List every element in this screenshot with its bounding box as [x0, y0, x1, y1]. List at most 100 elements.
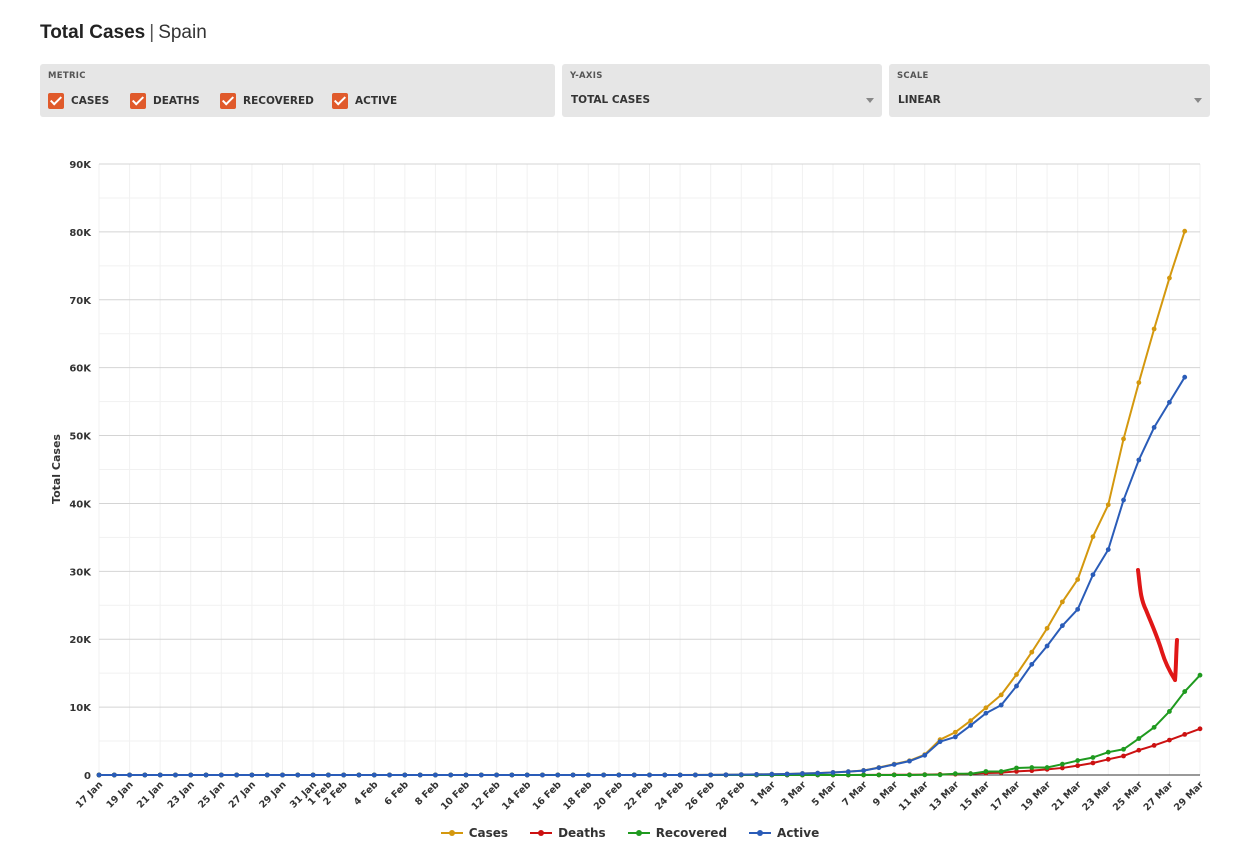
data-point-recovered[interactable] — [1151, 724, 1157, 730]
data-point-active[interactable] — [769, 771, 775, 777]
data-point-active[interactable] — [1059, 623, 1065, 629]
data-point-active[interactable] — [417, 772, 423, 778]
data-point-recovered[interactable] — [876, 772, 882, 778]
data-point-deaths[interactable] — [1105, 756, 1111, 762]
data-point-active[interactable] — [463, 772, 469, 778]
data-point-active[interactable] — [249, 772, 255, 778]
metric-deaths-checkbox[interactable]: DEATHS — [130, 92, 200, 110]
data-point-recovered[interactable] — [1182, 689, 1188, 694]
data-point-active[interactable] — [677, 772, 683, 778]
data-point-active[interactable] — [402, 772, 408, 778]
data-point-active[interactable] — [111, 772, 117, 778]
data-point-active[interactable] — [1136, 457, 1142, 463]
data-point-cases[interactable] — [1059, 599, 1065, 605]
data-point-recovered[interactable] — [1167, 709, 1172, 714]
data-point-cases[interactable] — [1075, 577, 1081, 582]
data-point-active[interactable] — [601, 772, 607, 778]
data-point-deaths[interactable] — [1090, 760, 1096, 766]
data-point-recovered[interactable] — [1197, 672, 1203, 678]
data-point-active[interactable] — [647, 772, 652, 778]
data-point-deaths[interactable] — [1197, 726, 1203, 732]
data-point-recovered[interactable] — [922, 772, 928, 778]
data-point-cases[interactable] — [1151, 326, 1157, 332]
data-point-cases[interactable] — [968, 718, 974, 724]
metric-recovered-checkbox[interactable]: RECOVERED — [220, 92, 314, 110]
data-point-deaths[interactable] — [1182, 732, 1188, 737]
data-point-active[interactable] — [952, 734, 958, 740]
data-point-active[interactable] — [891, 762, 897, 767]
data-point-active[interactable] — [310, 772, 316, 778]
data-point-active[interactable] — [540, 772, 545, 778]
data-point-active[interactable] — [723, 772, 729, 778]
data-point-active[interactable] — [371, 772, 377, 778]
data-point-active[interactable] — [509, 772, 515, 778]
scale-select[interactable]: SCALE LINEAR — [889, 64, 1210, 117]
data-point-active[interactable] — [585, 772, 591, 778]
data-point-active[interactable] — [234, 772, 240, 778]
data-point-active[interactable] — [1090, 572, 1096, 578]
data-point-active[interactable] — [96, 772, 102, 778]
data-point-active[interactable] — [861, 768, 866, 773]
data-point-cases[interactable] — [1121, 436, 1126, 442]
data-point-active[interactable] — [1167, 399, 1172, 405]
data-point-active[interactable] — [738, 772, 744, 778]
data-point-cases[interactable] — [1182, 228, 1188, 234]
legend-item-cases[interactable]: Cases — [440, 826, 508, 840]
data-point-active[interactable] — [754, 772, 759, 777]
data-point-active[interactable] — [937, 739, 943, 745]
data-point-active[interactable] — [631, 772, 637, 778]
data-point-recovered[interactable] — [1121, 746, 1126, 752]
data-point-active[interactable] — [922, 752, 928, 758]
data-point-recovered[interactable] — [1105, 749, 1111, 755]
data-point-active[interactable] — [218, 772, 224, 778]
data-point-recovered[interactable] — [1136, 736, 1142, 741]
data-point-active[interactable] — [494, 772, 499, 778]
data-point-active[interactable] — [1182, 374, 1188, 380]
data-point-active[interactable] — [815, 770, 821, 776]
data-point-active[interactable] — [1121, 497, 1126, 503]
data-point-cases[interactable] — [952, 729, 958, 735]
data-point-cases[interactable] — [1136, 380, 1142, 386]
data-point-active[interactable] — [800, 771, 805, 776]
data-point-recovered[interactable] — [861, 772, 866, 778]
data-point-active[interactable] — [876, 765, 882, 771]
data-point-deaths[interactable] — [1075, 763, 1081, 769]
data-point-cases[interactable] — [1105, 502, 1111, 508]
data-point-active[interactable] — [845, 769, 851, 775]
data-point-active[interactable] — [616, 772, 622, 778]
yaxis-select[interactable]: Y-AXIS TOTAL CASES — [562, 64, 882, 117]
data-point-active[interactable] — [708, 772, 714, 778]
data-point-active[interactable] — [341, 772, 347, 778]
legend-item-deaths[interactable]: Deaths — [530, 826, 606, 840]
data-point-active[interactable] — [325, 772, 331, 778]
data-point-recovered[interactable] — [1090, 755, 1096, 760]
data-point-active[interactable] — [968, 723, 974, 728]
data-point-recovered[interactable] — [891, 772, 897, 778]
data-point-recovered[interactable] — [1044, 765, 1050, 770]
data-point-recovered[interactable] — [1075, 758, 1081, 763]
data-point-deaths[interactable] — [1121, 753, 1126, 759]
data-point-cases[interactable] — [1090, 534, 1096, 540]
data-point-active[interactable] — [280, 772, 285, 778]
metric-active-checkbox[interactable]: ACTIVE — [332, 92, 397, 110]
data-point-active[interactable] — [998, 702, 1004, 708]
data-point-cases[interactable] — [1014, 672, 1019, 677]
data-point-active[interactable] — [264, 772, 270, 778]
data-point-deaths[interactable] — [1151, 743, 1157, 748]
data-point-active[interactable] — [295, 772, 301, 778]
data-point-active[interactable] — [448, 772, 454, 778]
data-point-active[interactable] — [433, 772, 438, 778]
data-point-recovered[interactable] — [1059, 761, 1065, 767]
data-point-active[interactable] — [1014, 683, 1019, 689]
data-point-active[interactable] — [1151, 425, 1157, 430]
data-point-active[interactable] — [784, 771, 790, 777]
data-point-recovered[interactable] — [1029, 765, 1035, 770]
data-point-active[interactable] — [524, 772, 530, 778]
data-point-recovered[interactable] — [998, 769, 1004, 774]
data-point-active[interactable] — [188, 772, 194, 778]
data-point-cases[interactable] — [983, 705, 989, 711]
data-point-recovered[interactable] — [968, 771, 974, 777]
data-point-active[interactable] — [387, 772, 392, 778]
data-point-active[interactable] — [907, 758, 912, 764]
data-point-recovered[interactable] — [983, 769, 989, 774]
